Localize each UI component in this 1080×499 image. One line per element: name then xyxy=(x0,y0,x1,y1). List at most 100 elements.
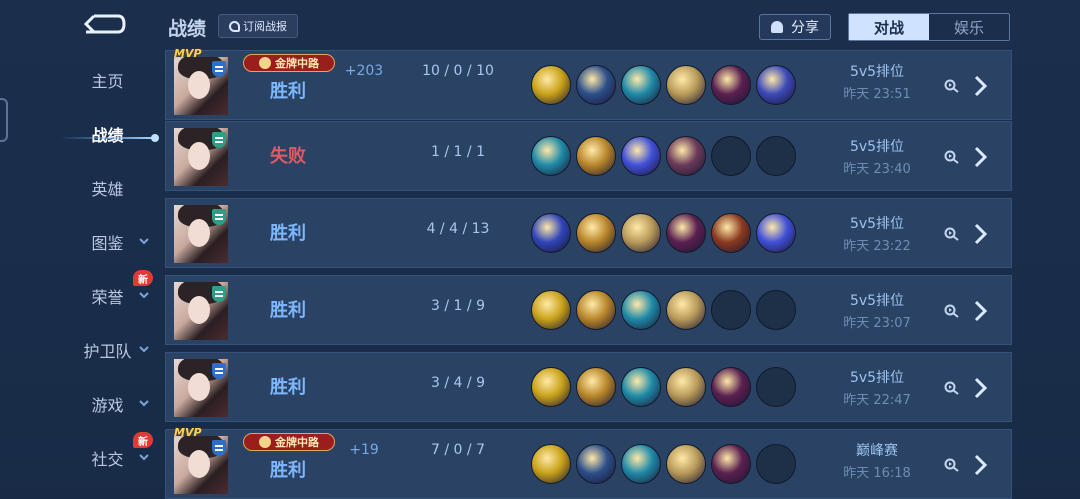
equipment-icon xyxy=(666,290,706,330)
lane-icon xyxy=(212,440,226,456)
page-title: 战绩 xyxy=(168,18,207,40)
equipment-icon xyxy=(621,290,661,330)
gold-lane-tag: 金牌中路 xyxy=(243,433,335,451)
sidebar-item-honor[interactable]: 荣誉 新 xyxy=(60,270,155,316)
item-build xyxy=(531,213,801,253)
sidebar-item-guard[interactable]: 护卫队 xyxy=(60,330,155,370)
equipment-icon xyxy=(666,136,706,176)
subscribe-label: 订阅战报 xyxy=(243,20,287,33)
medal-icon xyxy=(259,436,271,448)
lane-icon xyxy=(212,209,226,225)
sidebar-item-social[interactable]: 社交 新 xyxy=(60,432,155,478)
gold-lane-label: 金牌中路 xyxy=(275,436,319,449)
match-row[interactable]: 胜利 3 / 4 / 9 5v5排位 昨天 22:47 xyxy=(165,352,1012,422)
replay-icon[interactable] xyxy=(944,227,960,241)
equipment-icon xyxy=(576,290,616,330)
match-row[interactable]: 胜利 4 / 4 / 13 5v5排位 昨天 23:22 xyxy=(165,198,1012,268)
item-build xyxy=(531,65,801,105)
match-result: 胜利 xyxy=(270,223,306,244)
match-row[interactable]: 失败 1 / 1 / 1 5v5排位 昨天 23:40 xyxy=(165,121,1012,191)
mvp-badge: MVP xyxy=(174,47,202,60)
empty-slot xyxy=(711,136,751,176)
match-row[interactable]: MVP 金牌中路 胜利 +19 7 / 0 / 7 巅峰赛 昨天 16:18 xyxy=(165,426,1012,499)
match-time: 昨天 16:18 xyxy=(843,466,911,481)
tab-entertainment[interactable]: 娱乐 xyxy=(929,14,1009,40)
hero-avatar xyxy=(174,436,228,494)
sidebar-item-label: 社交 xyxy=(91,450,124,469)
match-result: 胜利 xyxy=(270,460,306,481)
sidebar-item-games[interactable]: 游戏 xyxy=(60,384,155,424)
rank-points-delta: +19 xyxy=(349,442,379,458)
match-time: 昨天 23:51 xyxy=(843,87,911,102)
chevron-right-icon[interactable] xyxy=(974,454,988,476)
replay-icon[interactable] xyxy=(944,381,960,395)
game-mode: 5v5排位 xyxy=(849,216,905,232)
sidebar-item-home[interactable]: 主页 xyxy=(60,60,155,100)
hero-avatar xyxy=(174,128,228,186)
new-badge: 新 xyxy=(133,432,153,448)
sidebar-item-label: 英雄 xyxy=(91,180,124,199)
sidebar: 主页 战绩 英雄 图鉴 荣誉 新 护卫队 游戏 社交 新 xyxy=(0,46,165,486)
match-result: 胜利 xyxy=(270,300,306,321)
equipment-icon xyxy=(576,65,616,105)
equipment-icon xyxy=(756,213,796,253)
chevron-right-icon[interactable] xyxy=(974,75,988,97)
equipment-icon xyxy=(621,65,661,105)
item-build xyxy=(531,136,801,176)
equipment-icon xyxy=(756,65,796,105)
equipment-icon xyxy=(711,65,751,105)
subscribe-report-button[interactable]: 订阅战报 xyxy=(218,14,298,38)
game-mode: 5v5排位 xyxy=(849,139,905,155)
match-time: 昨天 23:07 xyxy=(843,316,911,331)
kda-value: 10 / 0 / 10 xyxy=(422,63,494,79)
sidebar-item-codex[interactable]: 图鉴 xyxy=(60,222,155,262)
game-mode: 5v5排位 xyxy=(849,370,905,386)
empty-slot xyxy=(756,290,796,330)
chevron-down-icon xyxy=(139,400,149,407)
equipment-icon xyxy=(666,213,706,253)
new-badge: 新 xyxy=(133,270,153,286)
equipment-icon xyxy=(666,65,706,105)
equipment-icon xyxy=(576,136,616,176)
replay-icon[interactable] xyxy=(944,304,960,318)
gold-lane-label: 金牌中路 xyxy=(275,57,319,70)
equipment-icon xyxy=(531,444,571,484)
sidebar-item-label: 主页 xyxy=(91,72,124,91)
sidebar-item-heroes[interactable]: 英雄 xyxy=(60,168,155,208)
replay-icon[interactable] xyxy=(944,150,960,164)
kda-value: 1 / 1 / 1 xyxy=(431,144,485,160)
subscribe-icon xyxy=(229,20,240,32)
match-row[interactable]: MVP 金牌中路 胜利 +203 10 / 0 / 10 5v5排位 昨天 23… xyxy=(165,47,1012,120)
share-button[interactable]: 分享 xyxy=(759,14,831,40)
chevron-right-icon[interactable] xyxy=(974,223,988,245)
match-result: 胜利 xyxy=(270,81,306,102)
empty-slot xyxy=(756,444,796,484)
kda-value: 3 / 1 / 9 xyxy=(431,298,485,314)
game-mode: 5v5排位 xyxy=(849,293,905,309)
game-mode: 5v5排位 xyxy=(849,64,905,80)
equipment-icon xyxy=(531,367,571,407)
chevron-right-icon[interactable] xyxy=(974,377,988,399)
mvp-badge: MVP xyxy=(174,426,202,439)
equipment-icon xyxy=(621,136,661,176)
empty-slot xyxy=(756,367,796,407)
hero-avatar xyxy=(174,57,228,115)
equipment-icon xyxy=(666,444,706,484)
hero-avatar xyxy=(174,359,228,417)
lane-icon xyxy=(212,61,226,77)
replay-icon[interactable] xyxy=(944,458,960,472)
bell-icon xyxy=(771,21,783,33)
tab-battle[interactable]: 对战 xyxy=(849,14,929,40)
chevron-right-icon[interactable] xyxy=(974,146,988,168)
equipment-icon xyxy=(711,367,751,407)
chevron-right-icon[interactable] xyxy=(974,300,988,322)
empty-slot xyxy=(756,136,796,176)
equipment-icon xyxy=(711,213,751,253)
match-time: 昨天 22:47 xyxy=(843,393,911,408)
equipment-icon xyxy=(621,213,661,253)
match-row[interactable]: 胜利 3 / 1 / 9 5v5排位 昨天 23:07 xyxy=(165,275,1012,345)
replay-icon[interactable] xyxy=(944,79,960,93)
match-time: 昨天 23:22 xyxy=(843,239,911,254)
share-label: 分享 xyxy=(791,20,819,36)
back-arrow-icon[interactable] xyxy=(80,12,128,36)
